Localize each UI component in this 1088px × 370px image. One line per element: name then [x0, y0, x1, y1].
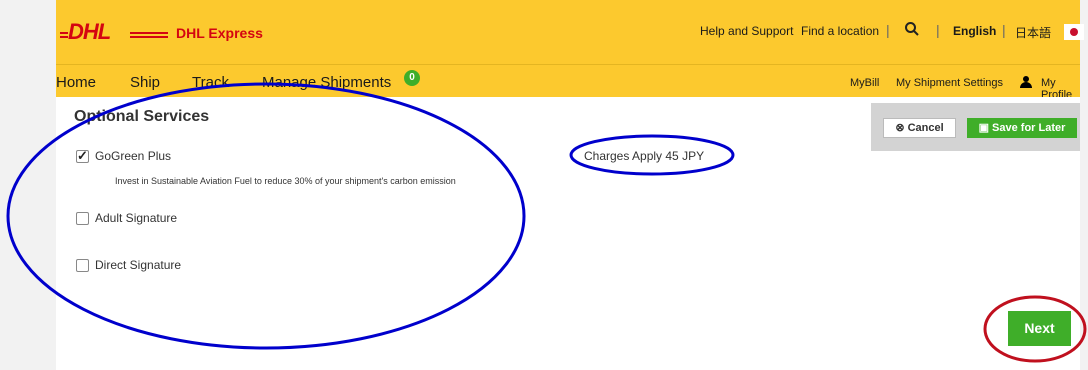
direct-signature-checkbox[interactable] — [76, 259, 89, 272]
nav-track[interactable]: Track — [192, 74, 229, 91]
nav-mybill[interactable]: MyBill — [850, 77, 879, 89]
japan-flag-icon[interactable] — [1064, 24, 1084, 40]
manage-shipments-badge: 0 — [404, 70, 420, 86]
section-title: Optional Services — [74, 108, 210, 125]
cancel-icon: ⊗ — [895, 122, 905, 134]
nav-divider — [56, 64, 1080, 65]
cancel-label: Cancel — [907, 122, 944, 134]
right-gutter — [1080, 0, 1088, 370]
brand-name: DHL Express — [176, 25, 263, 41]
lang-japanese[interactable]: 日本語 — [1015, 24, 1051, 41]
lang-english[interactable]: English — [953, 24, 996, 38]
direct-signature-label[interactable]: Direct Signature — [95, 258, 181, 272]
person-icon — [1020, 76, 1032, 88]
save-for-later-button[interactable]: ▣ Save for Later — [967, 118, 1077, 138]
gogreen-description: Invest in Sustainable Aviation Fuel to r… — [115, 176, 456, 186]
next-button[interactable]: Next — [1008, 311, 1071, 346]
search-icon[interactable] — [904, 21, 920, 37]
nav-ship[interactable]: Ship — [130, 74, 160, 91]
cancel-button[interactable]: ⊗ Cancel — [883, 118, 956, 138]
dhl-logo[interactable]: DHL — [60, 22, 170, 42]
gogreen-label[interactable]: GoGreen Plus — [95, 149, 171, 163]
adult-signature-checkbox[interactable] — [76, 212, 89, 225]
gogreen-checkbox[interactable] — [76, 148, 89, 164]
help-link[interactable]: Help and Support — [700, 24, 793, 38]
svg-text:DHL: DHL — [68, 22, 111, 42]
nav-shipment-settings[interactable]: My Shipment Settings — [896, 77, 1003, 89]
save-icon: ▣ — [978, 122, 989, 134]
separator: | — [936, 22, 940, 38]
adult-signature-label[interactable]: Adult Signature — [95, 211, 177, 225]
nav-home[interactable]: Home — [56, 74, 96, 91]
left-gutter — [0, 0, 56, 370]
nav-manage-shipments[interactable]: Manage Shipments — [262, 74, 391, 91]
separator: | — [886, 22, 890, 38]
save-label: Save for Later — [992, 122, 1066, 134]
find-location-link[interactable]: Find a location — [801, 24, 879, 38]
separator: | — [1002, 22, 1006, 38]
charge-text: Charges Apply 45 JPY — [584, 149, 705, 163]
